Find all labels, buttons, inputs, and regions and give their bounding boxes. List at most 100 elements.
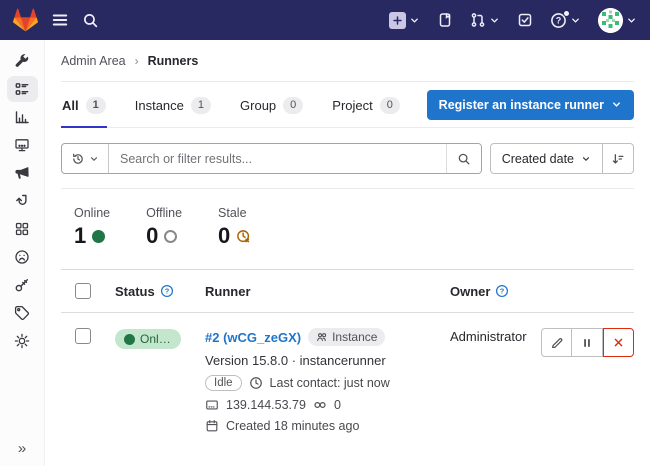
runner-owner[interactable]: Administrator [450,329,527,344]
status-header: Status [115,284,155,299]
applications-grid-icon [14,221,30,237]
new-menu-button[interactable] [389,12,420,29]
chevron-down-icon [626,15,637,26]
megaphone-icon [14,165,30,181]
select-runner-checkbox[interactable] [75,328,91,344]
user-menu-button[interactable] [598,8,637,33]
chevron-down-icon [570,15,581,26]
svg-text:?: ? [500,287,505,296]
chevron-down-icon [89,154,99,164]
tab-project[interactable]: Project 0 [331,82,401,128]
runner-header: Runner [205,284,251,299]
tab-group[interactable]: Group 0 [239,82,304,128]
runner-actions [541,328,634,357]
notification-dot [563,10,570,17]
svg-text:?: ? [164,287,169,296]
breadcrumb-runners: Runners [148,54,199,68]
table-header-row: Status ? Runner Owner ? [61,270,634,313]
sort-lowest-icon [611,152,625,166]
owner-help-icon[interactable]: ? [495,284,509,298]
sidebar-item-labels[interactable] [7,300,38,326]
search-icon[interactable] [82,12,99,29]
instance-type-badge: Instance [308,328,385,346]
chevron-down-icon [409,15,420,26]
chart-icon [14,109,30,125]
sidebar-item-admin-area[interactable] [7,48,38,74]
stat-offline: Offline 0 [146,206,182,249]
stale-count: 0 [218,223,230,249]
collapse-sidebar-icon[interactable]: » [18,441,26,456]
frown-face-icon [14,249,30,265]
sort-controls: Created date [490,143,634,174]
svg-text:?: ? [556,15,562,25]
close-x-icon [612,336,625,349]
help-menu-button[interactable]: ? [550,12,581,29]
hamburger-menu-icon[interactable] [51,11,69,29]
search-icon [457,152,471,166]
tab-all-count: 1 [86,97,106,114]
runner-link[interactable]: #2 (wCG_zeGX) [205,330,301,345]
pause-runner-button[interactable] [572,328,603,357]
topbar: ? [0,0,650,40]
link-icon [313,398,327,412]
runner-version: Version 15.8.0 · instancerunner [205,353,450,368]
sort-by-dropdown[interactable]: Created date [491,144,602,173]
gear-icon [14,333,30,349]
calendar-icon [205,419,219,433]
sidebar-item-settings[interactable] [7,328,38,354]
sidebar-item-overview[interactable] [7,76,38,102]
avatar [598,8,623,33]
main-content: Admin Area › Runners All 1 Instance 1 Gr… [45,40,650,466]
gitlab-logo-icon[interactable] [13,8,38,33]
select-all-checkbox[interactable] [75,283,91,299]
status-help-icon[interactable]: ? [160,284,174,298]
breadcrumb: Admin Area › Runners [61,40,634,82]
issues-icon[interactable] [437,12,453,28]
sort-direction-button[interactable] [602,144,633,173]
filtered-search-box [61,143,482,174]
chevron-down-icon [611,99,622,110]
users-icon [316,331,328,343]
sidebar-item-deploy-keys[interactable] [7,272,38,298]
sidebar-item-applications[interactable] [7,216,38,242]
tab-all[interactable]: All 1 [61,82,107,128]
hook-icon [14,193,30,209]
sidebar-item-monitoring[interactable] [7,132,38,158]
search-filter-bar: Created date [61,128,634,189]
sidebar-item-system-hooks[interactable] [7,188,38,214]
runner-type-tabs: All 1 Instance 1 Group 0 Project 0 Regis… [61,82,634,128]
chevron-down-icon [581,154,591,164]
register-instance-runner-button[interactable]: Register an instance runner [427,90,634,120]
tab-project-count: 0 [380,97,400,114]
offline-count: 0 [146,223,158,249]
admin-sidebar: » [0,40,45,466]
merge-requests-menu-button[interactable] [470,12,500,28]
tab-instance-count: 1 [191,97,211,114]
sidebar-item-abuse-reports[interactable] [7,244,38,270]
sidebar-item-messages[interactable] [7,160,38,186]
tab-instance[interactable]: Instance 1 [134,82,212,128]
chevron-down-icon [489,15,500,26]
ip-address-icon [205,398,219,412]
plus-icon [389,12,406,29]
idle-badge: Idle [205,375,242,391]
pencil-icon [550,336,564,350]
tab-group-count: 0 [283,97,303,114]
runner-ip-address: 139.144.53.79 [226,398,306,412]
search-input[interactable] [109,152,446,166]
runner-online-badge: Online [115,329,181,349]
search-submit-button[interactable] [446,144,481,173]
sidebar-item-analytics[interactable] [7,104,38,130]
delete-runner-button[interactable] [603,328,634,357]
runner-row: Online #2 (wCG_zeGX) Instance [61,313,634,451]
online-count: 1 [74,223,86,249]
runner-last-contact: Last contact: just now [270,376,390,390]
breadcrumb-admin-area[interactable]: Admin Area [61,54,126,68]
edit-runner-button[interactable] [541,328,572,357]
label-tag-icon [14,305,30,321]
wrench-icon [14,53,30,69]
monitor-icon [14,137,30,153]
stat-stale: Stale 0 [218,206,251,249]
search-history-dropdown[interactable] [62,144,109,173]
todos-icon[interactable] [517,12,533,28]
